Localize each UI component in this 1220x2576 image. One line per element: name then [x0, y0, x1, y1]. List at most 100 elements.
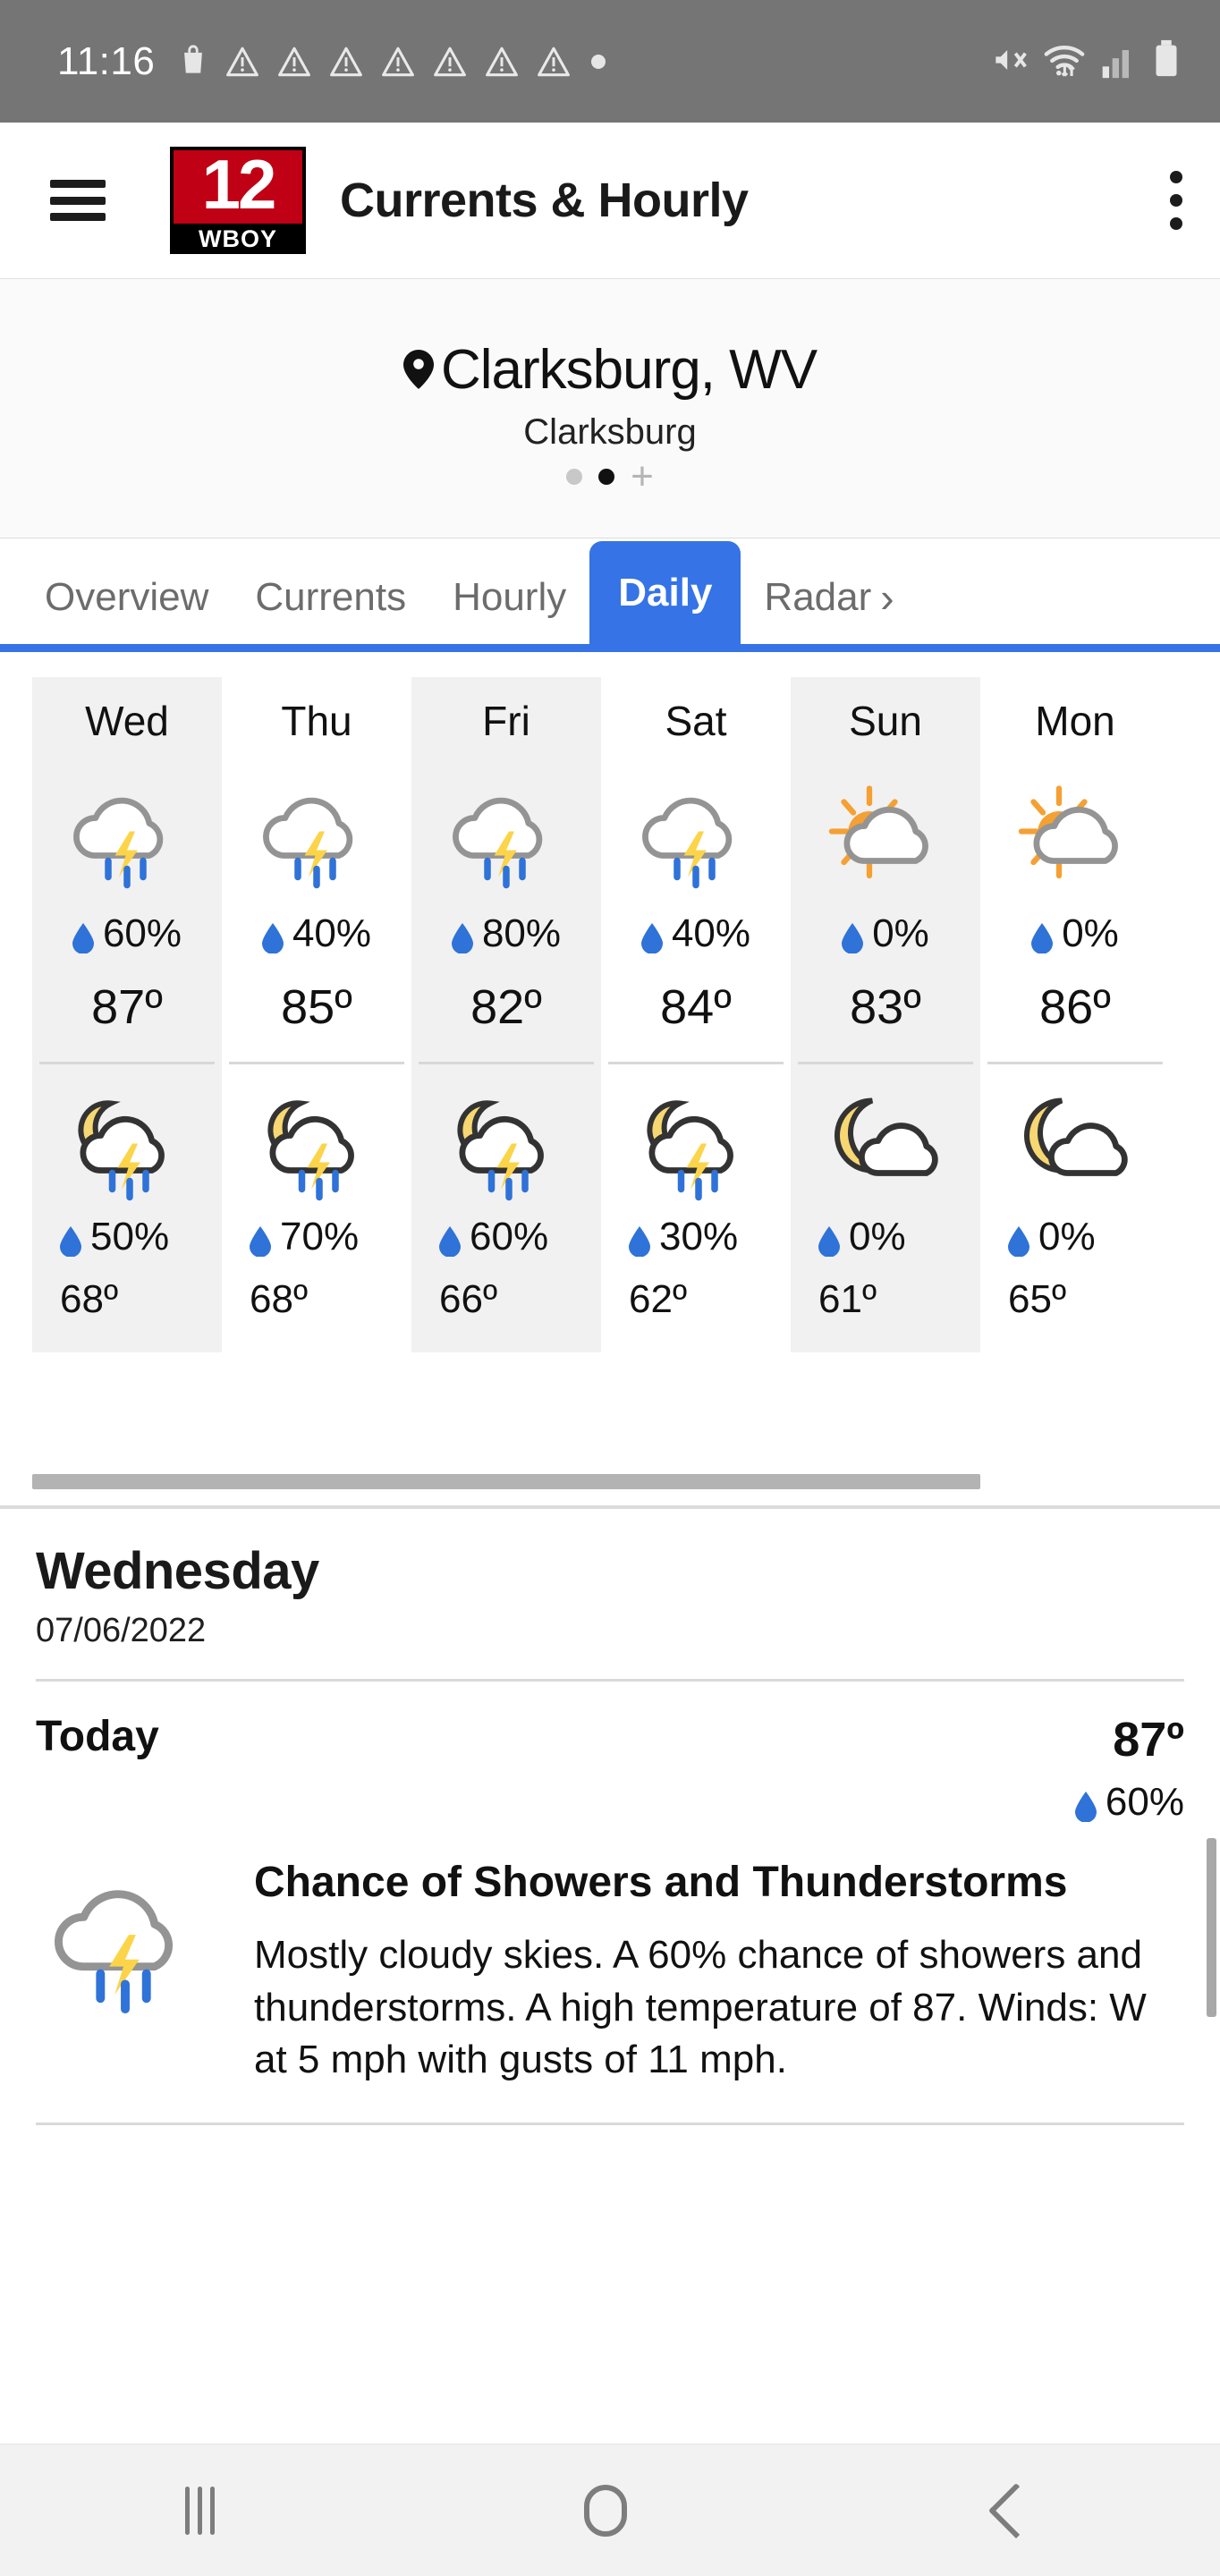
daily-card-night-pop: 60% — [439, 1215, 573, 1259]
daily-card-night: 60% 66º — [439, 1075, 573, 1322]
daily-card-pop-value: 40% — [292, 911, 372, 955]
daily-card-night-pop-value: 70% — [280, 1215, 360, 1258]
daily-card-night: 70% 68º — [250, 1075, 384, 1322]
rain-drop-icon — [842, 919, 864, 954]
tab-daily[interactable]: Daily — [589, 541, 741, 644]
detail-condition-title: Chance of Showers and Thunderstorms — [254, 1859, 1068, 1906]
logo-number-badge: 12 — [174, 145, 302, 225]
page-title: Currents & Hourly — [340, 174, 749, 227]
daily-card[interactable]: Sat 40% 84º 30% 62º — [601, 677, 791, 1352]
warning-triangle-icon — [276, 46, 312, 78]
daily-forecast-strip[interactable]: Wed 60% 87º 50% 68º Thu 40% 85º 70% 68º … — [0, 652, 1220, 1509]
pager-dot-1[interactable] — [566, 468, 583, 485]
status-bar-notification-icons — [178, 42, 609, 80]
daily-card-divider — [39, 1062, 215, 1064]
rain-drop-icon — [629, 1222, 650, 1258]
daily-card-night: 0% 65º — [1008, 1075, 1142, 1322]
warning-triangle-icon — [225, 46, 260, 78]
thunderstorm-night-icon — [60, 1089, 194, 1206]
daily-card[interactable]: Sun 0% 83º 0% 61º — [791, 677, 980, 1352]
daily-card-night-pop: 30% — [629, 1215, 763, 1259]
tab-overview[interactable]: Overview — [21, 551, 232, 644]
detail-divider — [36, 1679, 1184, 1682]
daily-card-day: Sat — [665, 698, 727, 744]
tab-hourly[interactable]: Hourly — [429, 551, 589, 644]
daily-card[interactable]: Thu 40% 85º 70% 68º — [222, 677, 411, 1352]
logo-number: 12 — [201, 145, 277, 225]
kebab-menu-icon[interactable] — [1170, 171, 1182, 230]
rain-drop-icon — [439, 1222, 461, 1258]
cellular-signal-icon — [1100, 40, 1138, 84]
warning-triangle-icon — [432, 46, 468, 78]
daily-card-divider — [419, 1062, 594, 1064]
daily-card-pop: 0% — [842, 911, 929, 956]
detail-forecast-text: Chance of Showers and Thunderstorms Most… — [233, 1857, 1184, 2087]
recents-icon[interactable] — [184, 2486, 215, 2535]
daily-card-high: 84º — [660, 980, 732, 1034]
battery-icon — [1152, 38, 1181, 84]
detail-period-values: 87º 60% — [1074, 1712, 1184, 1825]
daily-card-night: 30% 62º — [629, 1075, 763, 1322]
rain-drop-icon — [1008, 1222, 1029, 1258]
tab-currents[interactable]: Currents — [232, 551, 429, 644]
status-bar: 11:16 — [0, 0, 1220, 123]
daily-card[interactable]: Fri 80% 82º 60% 66º — [411, 677, 601, 1352]
rain-drop-icon — [1074, 1787, 1097, 1823]
strip-bottom-divider — [0, 1505, 1220, 1509]
wifi-icon — [1043, 40, 1086, 84]
rain-drop-icon — [250, 1222, 271, 1258]
detail-period-pop-value: 60% — [1105, 1780, 1184, 1824]
rain-drop-icon — [818, 1222, 840, 1258]
detail-description: Mostly cloudy skies. A 60% chance of sho… — [254, 1932, 1147, 2082]
daily-card-day: Fri — [482, 698, 530, 744]
wboy-logo: 12 WBOY — [170, 147, 306, 254]
daily-card-low: 66º — [439, 1277, 498, 1321]
thunderstorm-day-icon — [250, 777, 384, 894]
status-bar-clock: 11:16 — [57, 38, 156, 83]
page-vertical-scrollbar[interactable] — [1207, 1838, 1216, 2017]
home-icon[interactable] — [583, 2484, 627, 2537]
tab-radar[interactable]: Radar › — [741, 551, 894, 644]
hamburger-icon[interactable] — [50, 180, 106, 221]
partly-sunny-icon — [818, 777, 953, 894]
daily-card-pop: 40% — [640, 911, 751, 956]
daily-card-divider — [987, 1062, 1163, 1064]
daily-card-pop-value: 0% — [872, 911, 929, 955]
detail-period-label: Today — [36, 1713, 159, 1760]
daily-card-night: 50% 68º — [60, 1075, 194, 1322]
tab-radar-label: Radar — [764, 575, 872, 619]
rain-drop-icon — [640, 919, 663, 954]
daily-card-pop-value: 60% — [102, 911, 182, 955]
rain-drop-icon — [451, 919, 473, 954]
thunderstorm-day-icon — [36, 1857, 224, 2087]
back-icon[interactable] — [987, 2482, 1044, 2538]
pager-dot-2[interactable] — [598, 468, 615, 485]
app-bar: 12 WBOY Currents & Hourly — [0, 123, 1220, 279]
daily-card-night-pop-value: 0% — [849, 1215, 906, 1258]
warning-triangle-icon — [536, 46, 572, 78]
rain-drop-icon — [261, 919, 284, 954]
daily-card[interactable]: Wed 60% 87º 50% 68º — [32, 677, 222, 1352]
daily-card-pop-value: 80% — [481, 911, 562, 955]
daily-card-high: 87º — [91, 980, 163, 1034]
daily-card[interactable]: Mon 0% 86º 0% 65º — [980, 677, 1170, 1352]
detail-bottom-divider — [36, 2123, 1184, 2126]
daily-card-pop-value: 40% — [671, 911, 751, 955]
daily-card-low: 68º — [60, 1277, 119, 1321]
location-header[interactable]: Clarksburg, WV Clarksburg + — [0, 279, 1220, 538]
daily-horizontal-scrollbar[interactable] — [32, 1474, 980, 1489]
daily-card-night-pop: 70% — [250, 1215, 384, 1259]
daily-card-divider — [229, 1062, 404, 1064]
shopping-bag-icon — [178, 42, 208, 80]
day-detail-section: Wednesday 07/06/2022 Today 87º 60% Chanc… — [0, 1509, 1220, 2444]
location-pager[interactable]: + — [566, 456, 654, 496]
chevron-right-icon[interactable]: › — [880, 573, 894, 622]
location-subtitle: Clarksburg — [523, 411, 697, 452]
daily-card-low: 62º — [629, 1277, 688, 1321]
daily-card-night-pop-value: 60% — [470, 1215, 549, 1258]
daily-card-divider — [798, 1062, 973, 1064]
daily-card-pop: 60% — [72, 911, 182, 956]
detail-period-pop: 60% — [1074, 1780, 1184, 1825]
system-navigation-bar — [0, 2444, 1220, 2576]
add-location-button[interactable]: + — [631, 456, 654, 496]
